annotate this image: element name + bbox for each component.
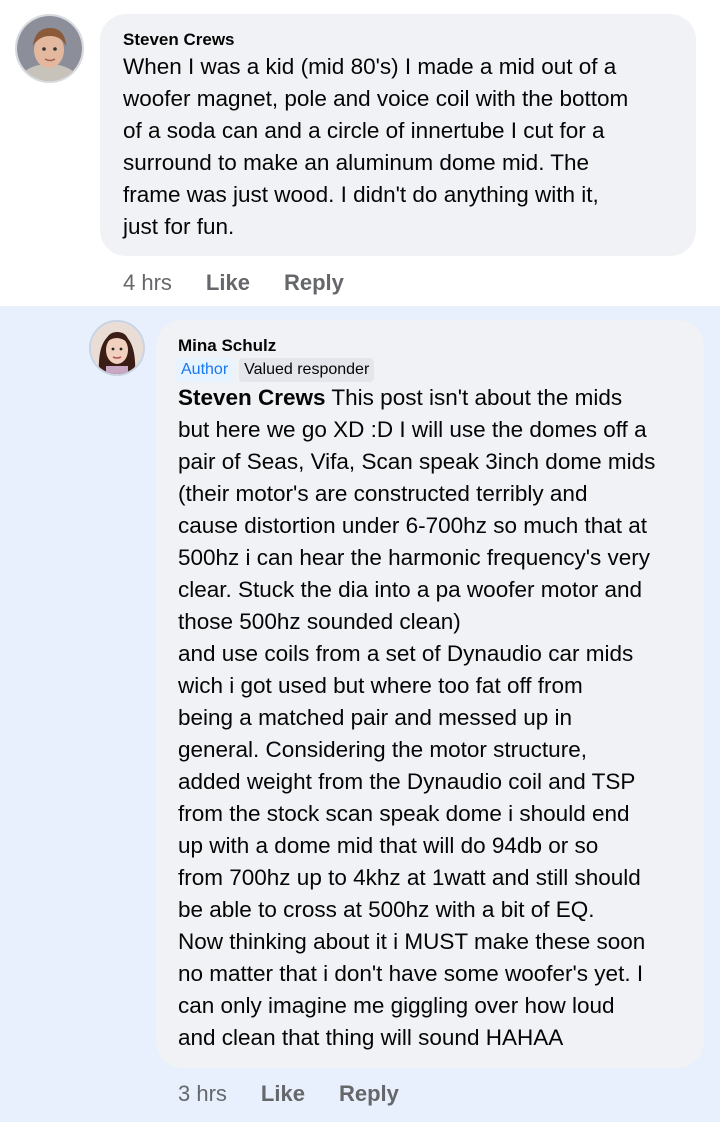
like-button[interactable]: Like [261,1081,305,1107]
reply-line: those 500hz sounded clean) [178,609,461,634]
reply-line: and clean that thing will sound HAHAA [178,1025,564,1050]
mina-schulz-avatar[interactable] [89,320,145,376]
comment-line: When I was a kid (mid 80's) I made a mid… [123,54,617,79]
author-badges: Author Valued responder [176,358,375,382]
reply-line: pair of Seas, Vifa, Scan speak 3inch dom… [178,449,656,474]
comment-line: surround to make an aluminum dome mid. T… [123,150,590,175]
reply-line: and use coils from a set of Dynaudio car… [178,641,634,666]
reply-author-name[interactable]: Mina Schulz [178,336,276,356]
reply-line: 500hz i can hear the harmonic frequency'… [178,545,651,570]
reply-line: but here we go XD :D I will use the dome… [178,417,647,442]
mention-tag[interactable]: Steven Crews [178,385,326,410]
reply-line: Now thinking about it i MUST make these … [178,929,646,954]
reply-timestamp[interactable]: 3 hrs [178,1081,227,1107]
valued-responder-badge: Valued responder [239,358,375,382]
reply-line: up with a dome mid that will do 94db or … [178,833,599,858]
reply-line: Steven Crews This post isn't about the m… [178,382,655,414]
reply-line: no matter that i don't have some woofer'… [178,961,644,986]
reply-actions: 3 hrs Like Reply [178,1081,433,1107]
comment-text: When I was a kid (mid 80's) I made a mid… [123,51,628,243]
comment-steven-crews: Steven Crews When I was a kid (mid 80's)… [0,0,720,306]
reply-first-line-text: This post isn't about the mids [325,385,623,410]
comment-line: just for fun. [123,214,235,239]
comment-timestamp[interactable]: 4 hrs [123,270,172,296]
reply-line: being a matched pair and messed up in [178,705,573,730]
reply-line: be able to cross at 500hz with a bit of … [178,897,595,922]
reply-line: (their motor's are constructed terribly … [178,481,588,506]
reply-line: from the stock scan speak dome i should … [178,801,630,826]
reply-line: cause distortion under 6-700hz so much t… [178,513,648,538]
reply-line: general. Considering the motor structure… [178,737,587,762]
comment-line: woofer magnet, pole and voice coil with … [123,86,629,111]
comment-line: frame was just wood. I didn't do anythin… [123,182,599,207]
like-button[interactable]: Like [206,270,250,296]
steven-crews-avatar[interactable] [15,14,84,83]
comment-line: of a soda can and a circle of innertube … [123,118,605,143]
reply-line: clear. Stuck the dia into a pa woofer mo… [178,577,643,602]
reply-line: from 700hz up to 4khz at 1watt and still… [178,865,641,890]
comment-author-name[interactable]: Steven Crews [123,30,235,50]
reply-text: Steven Crews This post isn't about the m… [178,382,655,1054]
reply-line: added weight from the Dynaudio coil and … [178,769,636,794]
reply-button[interactable]: Reply [284,270,344,296]
reply-line: can only imagine me giggling over how lo… [178,993,615,1018]
comment-actions: 4 hrs Like Reply [123,270,378,296]
author-badge: Author [176,358,234,382]
reply-line: wich i got used but where too fat off fr… [178,673,583,698]
reply-button[interactable]: Reply [339,1081,399,1107]
